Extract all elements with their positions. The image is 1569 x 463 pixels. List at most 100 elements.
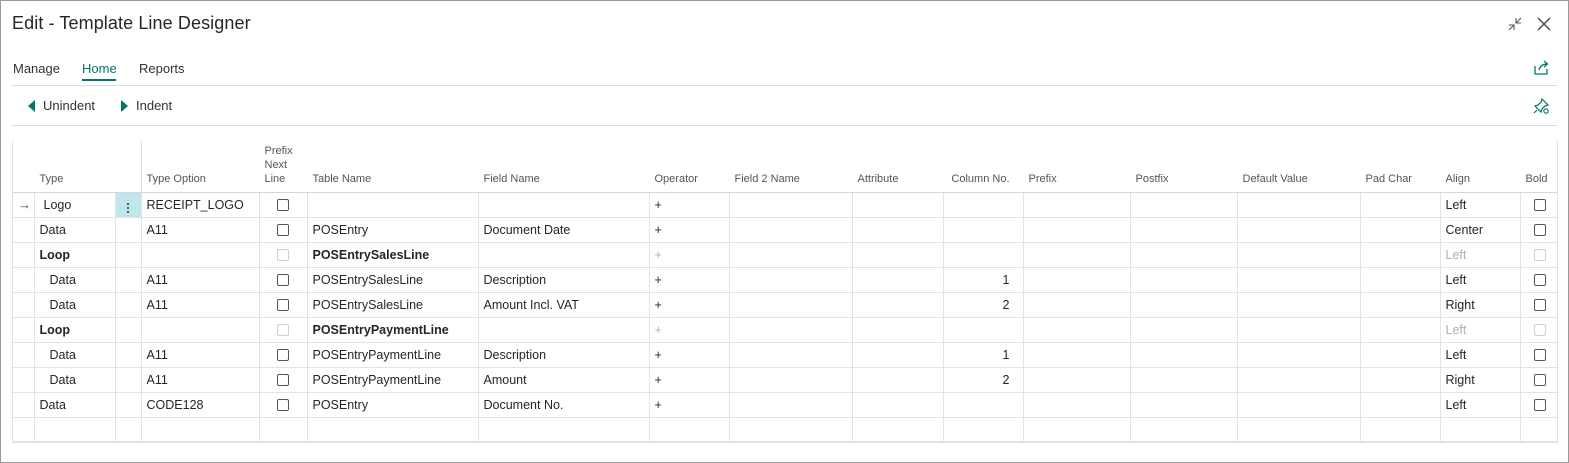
cell-align[interactable]: Right	[1440, 292, 1521, 318]
cell-prefix-next-line[interactable]	[259, 392, 308, 418]
cell-prefix-next-line[interactable]	[259, 367, 308, 393]
cell-pad-char[interactable]	[1360, 317, 1441, 343]
bold-checkbox[interactable]	[1533, 349, 1546, 362]
table-row[interactable]: Data CODE128 POSEntry Document No. + Lef…	[13, 392, 1557, 418]
cell-attribute[interactable]	[852, 192, 944, 218]
cell-operator[interactable]: +	[649, 367, 730, 393]
row-actions-cell[interactable]	[115, 317, 142, 343]
table-row[interactable]: Data A11 POSEntrySalesLine Amount Incl. …	[13, 292, 1557, 318]
cell-default-value[interactable]	[1237, 392, 1361, 418]
tab-reports[interactable]: Reports	[139, 61, 185, 77]
cell-pad-char[interactable]	[1360, 242, 1441, 268]
row-actions-cell[interactable]	[115, 367, 142, 393]
cell-type-option[interactable]: A11	[141, 342, 260, 368]
table-row[interactable]: Data A11 POSEntrySalesLine Description +…	[13, 267, 1557, 293]
cell-pad-char[interactable]	[1360, 217, 1441, 243]
cell-field-name[interactable]: Amount Incl. VAT	[478, 292, 650, 318]
cell-prefix[interactable]	[1023, 242, 1131, 268]
col-header-type[interactable]: Type	[34, 141, 116, 193]
cell-postfix[interactable]	[1130, 317, 1238, 343]
pin-settings-icon[interactable]	[1532, 97, 1550, 115]
col-header-prefix-next-line[interactable]: Prefix Next Line	[259, 141, 308, 193]
cell-pad-char[interactable]	[1360, 392, 1441, 418]
cell-table-name[interactable]: POSEntryPaymentLine	[307, 367, 479, 393]
cell-attribute[interactable]	[852, 217, 944, 243]
cell-table-name[interactable]: POSEntry	[307, 217, 479, 243]
cell-table-name[interactable]: POSEntryPaymentLine	[307, 342, 479, 368]
cell-prefix[interactable]	[1023, 292, 1131, 318]
cell-type[interactable]: Data	[34, 217, 116, 243]
cell-postfix[interactable]	[1130, 392, 1238, 418]
cell-bold[interactable]	[1520, 267, 1557, 293]
tab-home[interactable]: Home	[82, 61, 117, 77]
cell-postfix[interactable]	[1130, 242, 1238, 268]
cell-field-2-name[interactable]	[729, 217, 853, 243]
cell-type-option[interactable]: A11	[141, 367, 260, 393]
row-actions-cell[interactable]	[115, 217, 142, 243]
cell-operator[interactable]: +	[649, 392, 730, 418]
cell-prefix-next-line[interactable]	[259, 267, 308, 293]
row-actions-cell[interactable]	[115, 342, 142, 368]
table-row[interactable]: Loop POSEntryPaymentLine + Left	[13, 317, 1557, 343]
prefix-next-line-checkbox[interactable]	[277, 224, 289, 237]
cell-postfix[interactable]	[1130, 367, 1238, 393]
cell-type-option[interactable]: A11	[141, 267, 260, 293]
cell-default-value[interactable]	[1237, 367, 1361, 393]
cell-align[interactable]: Left	[1440, 392, 1521, 418]
cell-column-no[interactable]	[943, 192, 1024, 218]
bold-checkbox[interactable]	[1533, 224, 1546, 237]
cell-bold[interactable]	[1520, 392, 1557, 418]
share-icon[interactable]	[1532, 59, 1550, 77]
cell-default-value[interactable]	[1237, 317, 1361, 343]
cell-operator[interactable]: +	[649, 342, 730, 368]
cell-type[interactable]: Data	[34, 292, 116, 318]
col-header-postfix[interactable]: Postfix	[1130, 141, 1238, 193]
cell-field-2-name[interactable]	[729, 292, 853, 318]
cell-bold[interactable]	[1520, 192, 1557, 218]
col-header-table-name[interactable]: Table Name	[307, 141, 479, 193]
col-header-field-name[interactable]: Field Name	[478, 141, 650, 193]
cell-field-name[interactable]: Document Date	[478, 217, 650, 243]
cell-prefix-next-line[interactable]	[259, 192, 308, 218]
cell-operator[interactable]: +	[649, 217, 730, 243]
cell-pad-char[interactable]	[1360, 292, 1441, 318]
cell-prefix[interactable]	[1023, 392, 1131, 418]
cell-type[interactable]: Data	[34, 392, 116, 418]
collapse-button[interactable]	[1504, 13, 1526, 35]
col-header-prefix[interactable]: Prefix	[1023, 141, 1131, 193]
cell-attribute[interactable]	[852, 267, 944, 293]
cell-column-no[interactable]	[943, 217, 1024, 243]
cell-table-name[interactable]: POSEntryPaymentLine	[307, 317, 479, 343]
cell-type[interactable]: Logo	[34, 192, 116, 218]
cell-type-option[interactable]: CODE128	[141, 392, 260, 418]
cell-column-no[interactable]: 2	[943, 292, 1024, 318]
cell-column-no[interactable]: 2	[943, 367, 1024, 393]
bold-checkbox[interactable]	[1533, 374, 1546, 387]
cell-align[interactable]: Left	[1440, 192, 1521, 218]
cell-align[interactable]: Center	[1440, 217, 1521, 243]
col-header-operator[interactable]: Operator	[649, 141, 730, 193]
cell-field-name[interactable]	[478, 192, 650, 218]
cell-pad-char[interactable]	[1360, 192, 1441, 218]
cell-align[interactable]: Right	[1440, 367, 1521, 393]
prefix-next-line-checkbox[interactable]	[277, 399, 289, 412]
cell-column-no[interactable]	[943, 392, 1024, 418]
col-header-column-no[interactable]: Column No.	[943, 141, 1024, 193]
new-row[interactable]	[13, 417, 1557, 442]
bold-checkbox[interactable]	[1533, 274, 1546, 287]
cell-default-value[interactable]	[1237, 217, 1361, 243]
cell-column-no[interactable]: 1	[943, 267, 1024, 293]
cell-pad-char[interactable]	[1360, 342, 1441, 368]
cell-type-option[interactable]	[141, 242, 260, 268]
bold-checkbox[interactable]	[1533, 299, 1546, 312]
cell-attribute[interactable]	[852, 242, 944, 268]
tab-manage[interactable]: Manage	[13, 61, 60, 77]
prefix-next-line-checkbox[interactable]	[277, 199, 289, 212]
col-header-default-value[interactable]: Default Value	[1237, 141, 1361, 193]
table-row[interactable]: → Logo RECEIPT_LOGO + Left	[13, 192, 1557, 218]
cell-prefix[interactable]	[1023, 192, 1131, 218]
cell-field-2-name[interactable]	[729, 317, 853, 343]
cell-field-name[interactable]: Document No.	[478, 392, 650, 418]
cell-attribute[interactable]	[852, 367, 944, 393]
cell-column-no[interactable]: 1	[943, 342, 1024, 368]
